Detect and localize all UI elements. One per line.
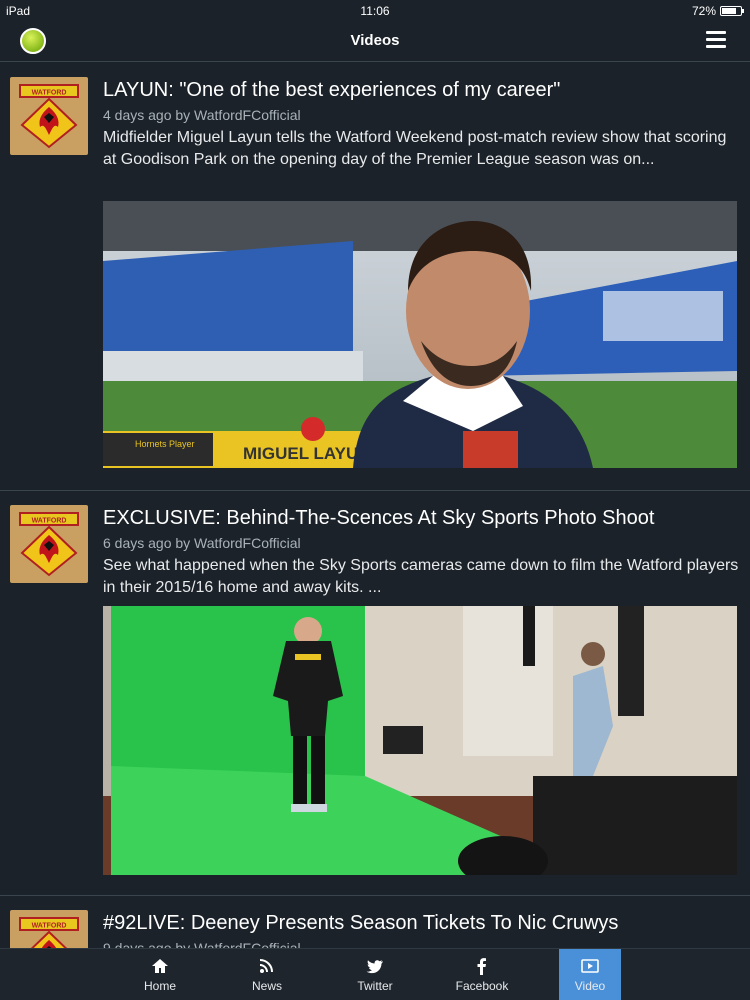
tab-label: Twitter bbox=[357, 979, 393, 993]
video-description: See what happened when the Sky Sports ca… bbox=[103, 557, 739, 596]
badge-caption: WATFORD bbox=[32, 923, 67, 930]
badge-caption: WATFORD bbox=[32, 90, 67, 97]
club-badge-thumbnail[interactable]: WATFORD bbox=[10, 77, 88, 155]
status-bar: iPad 11:06 72% bbox=[0, 0, 750, 22]
club-crest-icon: WATFORD bbox=[19, 917, 79, 948]
club-crest-icon: WATFORD bbox=[19, 84, 79, 149]
club-crest-icon: WATFORD bbox=[19, 512, 79, 577]
battery-status: 72% bbox=[691, 4, 744, 18]
battery-icon bbox=[720, 6, 744, 16]
tab-label: Video bbox=[574, 979, 606, 993]
tab-label: Facebook bbox=[455, 979, 509, 993]
video-feed[interactable]: WATFORD LAYUN: "One of the best experien… bbox=[0, 63, 750, 948]
video-title[interactable]: #92LIVE: Deeney Presents Season Tickets … bbox=[103, 911, 743, 935]
rss-icon bbox=[259, 959, 273, 973]
nav-bar: Videos bbox=[0, 22, 750, 62]
facebook-icon bbox=[477, 958, 486, 975]
video-brand: Hornets Player bbox=[135, 439, 195, 449]
video-description: Midfielder Miguel Layun tells the Watfor… bbox=[103, 129, 727, 168]
stadium-interview-image: Hornets Player MIGUEL LAYUN bbox=[103, 201, 737, 468]
tab-bar: Home News Twitter Facebook Video bbox=[0, 948, 750, 1000]
page-title: Videos bbox=[350, 32, 400, 49]
home-icon bbox=[152, 959, 168, 973]
list-item[interactable]: WATFORD EXCLUSIVE: Behind-The-Scences At… bbox=[0, 491, 750, 896]
battery-percent: 72% bbox=[691, 4, 716, 18]
twitter-icon bbox=[366, 960, 383, 974]
tab-home[interactable]: Home bbox=[120, 949, 200, 1000]
photo-shoot-image bbox=[103, 606, 737, 875]
tab-video[interactable]: Video bbox=[559, 949, 621, 1000]
tab-label: Home bbox=[143, 979, 176, 993]
video-meta: 9 days ago by WatfordFCofficial bbox=[103, 940, 301, 948]
club-badge-thumbnail[interactable]: WATFORD bbox=[10, 505, 88, 583]
list-item[interactable]: WATFORD LAYUN: "One of the best experien… bbox=[0, 63, 750, 491]
badge-caption: WATFORD bbox=[32, 518, 67, 525]
video-meta: 4 days ago by WatfordFCofficial bbox=[103, 107, 301, 123]
tab-label: News bbox=[251, 979, 282, 993]
clock: 11:06 bbox=[360, 4, 390, 18]
video-thumbnail[interactable]: Hornets Player MIGUEL LAYUN bbox=[103, 201, 737, 468]
video-title[interactable]: LAYUN: "One of the best experiences of m… bbox=[103, 78, 743, 102]
video-meta: 6 days ago by WatfordFCofficial bbox=[103, 535, 301, 551]
tab-twitter[interactable]: Twitter bbox=[335, 949, 415, 1000]
video-caption: MIGUEL LAYUN bbox=[243, 444, 371, 463]
video-title[interactable]: EXCLUSIVE: Behind-The-Scences At Sky Spo… bbox=[103, 506, 743, 530]
video-icon bbox=[581, 959, 599, 973]
tab-facebook[interactable]: Facebook bbox=[442, 949, 522, 1000]
tab-news[interactable]: News bbox=[227, 949, 307, 1000]
menu-icon[interactable] bbox=[706, 31, 726, 49]
club-badge-thumbnail[interactable]: WATFORD bbox=[10, 910, 88, 948]
list-item[interactable]: WATFORD #92LIVE: Deeney Presents Season … bbox=[0, 896, 750, 948]
video-thumbnail[interactable] bbox=[103, 606, 737, 875]
